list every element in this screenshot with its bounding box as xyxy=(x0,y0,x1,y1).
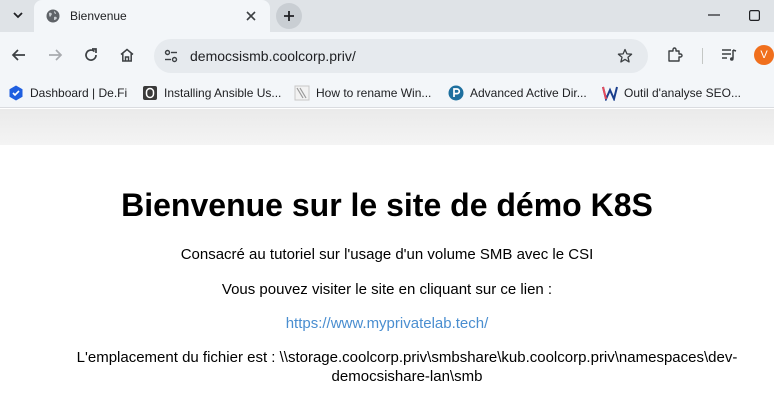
page-viewport: Bienvenue sur le site de démo K8S Consac… xyxy=(0,109,774,410)
minimize-button[interactable] xyxy=(694,4,734,26)
url-text[interactable]: democsismb.coolcorp.priv/ xyxy=(190,48,356,64)
page-body: Bienvenue sur le site de démo K8S Consac… xyxy=(0,145,774,410)
arrow-right-icon xyxy=(49,49,63,61)
bookmark-label: Dashboard | De.Fi xyxy=(30,86,128,100)
bookmark-dashboard-defi[interactable]: Dashboard | De.Fi xyxy=(8,84,127,102)
site-link[interactable]: https://www.myprivatelab.tech/ xyxy=(0,315,774,332)
forward-button[interactable] xyxy=(42,42,68,68)
reload-icon xyxy=(85,48,97,61)
page-top-band xyxy=(0,109,774,145)
reload-button[interactable] xyxy=(78,42,104,68)
home-icon xyxy=(120,48,134,62)
tab-title: Bienvenue xyxy=(70,9,127,23)
toolbar-divider xyxy=(702,48,703,64)
browser-toolbar: democsismb.coolcorp.priv/ V xyxy=(0,32,774,78)
defi-logo-icon xyxy=(8,85,24,101)
bookmark-label: How to rename Win... xyxy=(316,86,432,100)
page-icon xyxy=(294,85,310,101)
tab-strip: Bienvenue xyxy=(0,0,774,32)
plus-icon xyxy=(284,11,294,21)
bookmark-label: Outil d'analyse SEO... xyxy=(624,86,742,100)
tab-search-chevron-icon[interactable] xyxy=(6,4,30,26)
site-info-icon[interactable] xyxy=(162,47,180,65)
w-logo-icon xyxy=(602,85,618,101)
maximize-icon xyxy=(748,9,760,21)
bookmark-label: Advanced Active Dir... xyxy=(470,86,587,100)
bookmark-installing-ansible[interactable]: Installing Ansible Us... xyxy=(142,84,281,102)
ansible-docs-icon xyxy=(142,85,158,101)
file-location-text: L'emplacement du fichier est : \\storage… xyxy=(76,349,738,385)
profile-avatar[interactable]: V xyxy=(754,45,774,65)
bookmark-rename-win[interactable]: How to rename Win... xyxy=(294,84,431,102)
extensions-icon[interactable] xyxy=(664,44,686,66)
minimize-icon xyxy=(708,14,720,16)
arrow-left-icon xyxy=(11,49,25,61)
bookmark-outil-seo[interactable]: Outil d'analyse SEO... xyxy=(602,84,741,102)
tab-bienvenue[interactable]: Bienvenue xyxy=(34,0,270,32)
bookmark-label: Installing Ansible Us... xyxy=(164,86,282,100)
media-queue-icon[interactable] xyxy=(718,44,740,66)
p-logo-icon xyxy=(448,85,464,101)
bookmark-advanced-ad[interactable]: Advanced Active Dir... xyxy=(448,84,587,102)
visit-text: Vous pouvez visiter le site en cliquant … xyxy=(221,281,553,298)
close-tab-icon[interactable] xyxy=(242,7,260,25)
address-bar[interactable]: democsismb.coolcorp.priv/ xyxy=(154,39,648,73)
page-subtitle: Consacré au tutoriel sur l'usage d'un vo… xyxy=(180,246,594,263)
home-button[interactable] xyxy=(114,42,140,68)
back-button[interactable] xyxy=(6,42,32,68)
page-title: Bienvenue sur le site de démo K8S xyxy=(121,187,653,223)
maximize-button[interactable] xyxy=(734,4,774,26)
bookmarks-bar: Dashboard | De.Fi Installing Ansible Us.… xyxy=(0,78,774,108)
globe-icon xyxy=(46,9,60,23)
bookmark-star-icon[interactable] xyxy=(614,45,636,67)
new-tab-button[interactable] xyxy=(276,3,302,29)
